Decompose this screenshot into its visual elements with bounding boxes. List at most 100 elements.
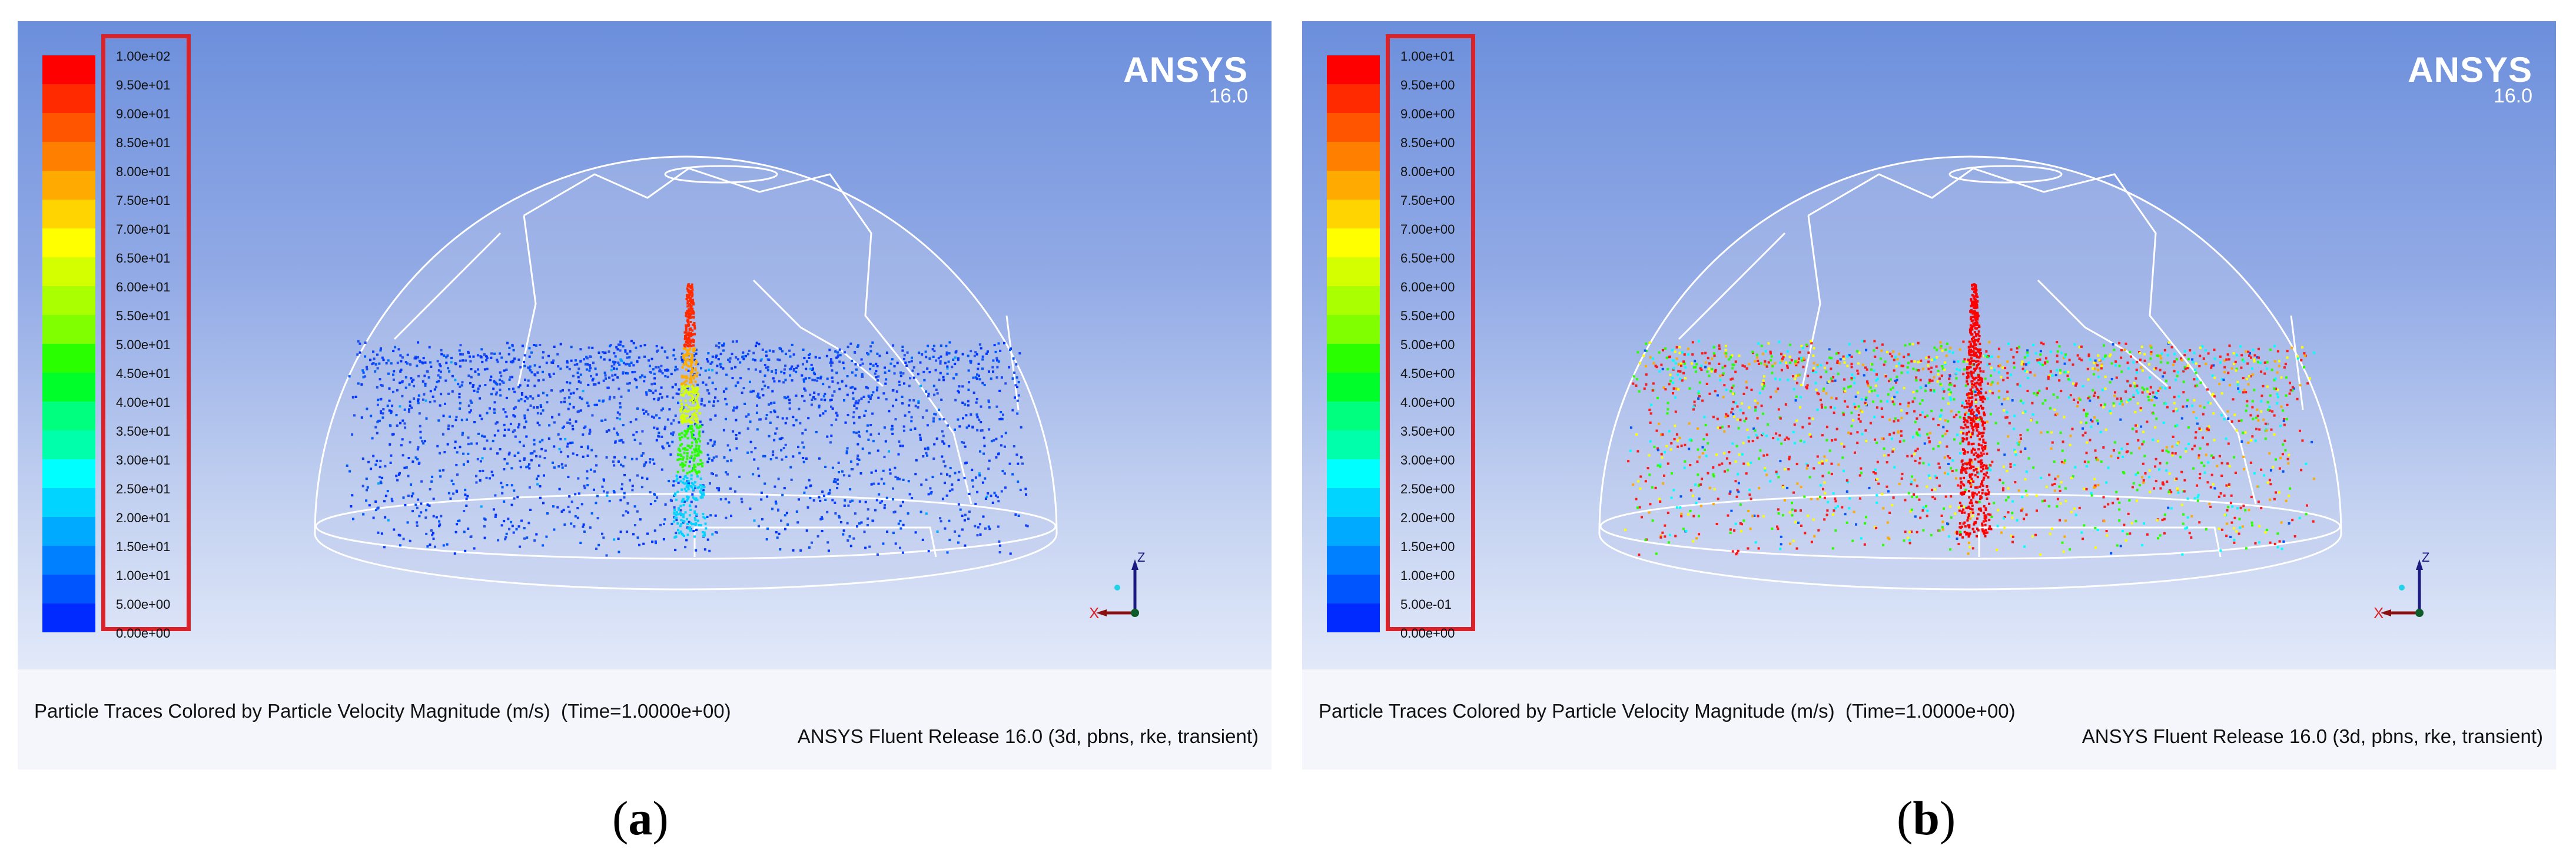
particle: [1655, 552, 1658, 555]
particle: [537, 379, 540, 382]
particle: [2093, 394, 2096, 397]
particle: [907, 480, 910, 483]
particle: [971, 469, 974, 472]
particle: [1870, 390, 1873, 393]
particle: [938, 418, 941, 421]
particle: [435, 516, 438, 519]
particle: [716, 531, 718, 534]
particle: [2302, 366, 2305, 369]
particle: [1735, 553, 1738, 556]
particle: [2118, 519, 2121, 522]
particle: [2203, 465, 2206, 467]
particle: [583, 426, 586, 429]
particle: [1743, 365, 1746, 368]
particle: [2239, 506, 2242, 509]
particle: [1823, 455, 1826, 458]
particle: [2226, 509, 2229, 512]
particle: [763, 364, 766, 366]
particle: [373, 357, 376, 360]
particle: [864, 500, 867, 503]
particle: [2085, 414, 2088, 417]
colorbar-tick-label: 5.00e+01: [116, 337, 171, 352]
particle: [2130, 522, 2133, 525]
particle: [889, 362, 892, 365]
particle: [620, 487, 623, 490]
particle: [2192, 467, 2195, 470]
particle: [2207, 429, 2210, 432]
particle: [834, 501, 836, 504]
particle: [1910, 480, 1913, 483]
particle: [570, 522, 573, 525]
particle: [2233, 413, 2236, 416]
particle: [536, 483, 539, 486]
particle: [380, 532, 383, 535]
particle: [745, 415, 748, 418]
particle: [552, 461, 554, 464]
particle: [2283, 423, 2286, 426]
particle: [1754, 399, 1757, 402]
particle: [1775, 470, 1778, 473]
particle: [2249, 414, 2252, 417]
particle: [1695, 502, 1698, 505]
particle: [519, 459, 522, 462]
particle: [1967, 396, 1970, 399]
particle: [860, 358, 863, 361]
plume-particle: [693, 448, 696, 451]
particle: [829, 441, 832, 444]
particle: [652, 458, 655, 461]
particle: [454, 419, 457, 422]
particle: [391, 433, 394, 436]
particle: [659, 369, 662, 372]
particle: [830, 360, 833, 363]
particle: [445, 356, 448, 359]
particle: [1813, 361, 1815, 364]
particle: [801, 374, 804, 377]
plume-particle: [685, 326, 688, 329]
plume-particle: [695, 410, 698, 412]
particle: [601, 351, 604, 354]
particle: [660, 468, 663, 471]
particle: [974, 351, 977, 354]
particle: [1841, 506, 1844, 509]
particle: [2276, 350, 2279, 353]
particle: [2168, 386, 2171, 389]
particle: [1794, 377, 1797, 380]
particle: [579, 396, 582, 399]
particle: [515, 528, 518, 530]
particle: [1738, 453, 1741, 456]
particle: [635, 431, 638, 433]
particle: [1743, 420, 1746, 423]
particle: [789, 374, 792, 377]
particle: [951, 366, 954, 369]
particle: [1629, 426, 1632, 429]
particle: [566, 422, 569, 424]
particle: [603, 479, 605, 482]
colorbar-tick-label: 1.00e+01: [116, 568, 171, 583]
particle: [657, 366, 660, 369]
particle: [844, 421, 847, 424]
particle: [1971, 515, 1974, 518]
particle: [469, 360, 472, 363]
particle: [1792, 375, 1794, 377]
particle: [1786, 486, 1789, 489]
particle: [1830, 367, 1833, 370]
colorbar-tick-label: 0.00e+00: [116, 626, 171, 641]
particle: [1699, 367, 1702, 370]
particle: [2251, 373, 2254, 376]
particle: [1802, 366, 1805, 369]
particle: [1684, 366, 1687, 369]
plume-particle: [683, 387, 686, 390]
particle: [2212, 456, 2215, 459]
particle: [1745, 417, 1748, 420]
particle: [576, 516, 579, 519]
particle: [993, 344, 996, 347]
particle: [670, 373, 673, 376]
particle: [1701, 452, 1704, 455]
particle: [848, 535, 851, 538]
particle: [835, 372, 838, 374]
particle: [477, 387, 480, 390]
particle: [1953, 360, 1956, 363]
particle: [360, 383, 363, 386]
particle: [999, 349, 1002, 352]
particle: [1904, 344, 1907, 347]
